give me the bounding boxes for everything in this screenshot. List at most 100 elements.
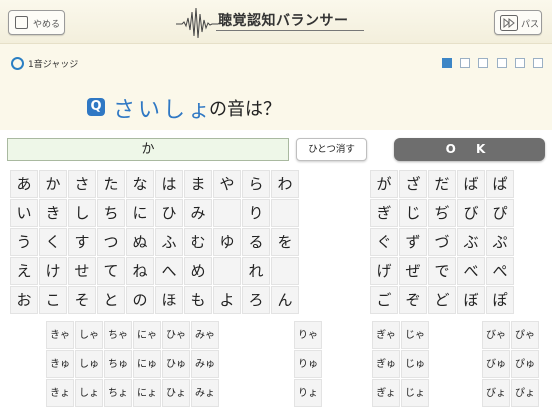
kana-key[interactable]: みゅ [191, 350, 219, 378]
kana-key[interactable]: わ [271, 170, 299, 198]
kana-key[interactable]: え [10, 257, 38, 285]
kana-key[interactable]: しゅ [75, 350, 103, 378]
kana-key[interactable]: ち [97, 199, 125, 227]
kana-key[interactable]: び [457, 199, 485, 227]
kana-key[interactable]: ざ [399, 170, 427, 198]
kana-key[interactable]: ぶ [457, 228, 485, 256]
kana-key[interactable]: ふ [155, 228, 183, 256]
kana-key[interactable]: り [242, 199, 270, 227]
kana-key[interactable]: い [10, 199, 38, 227]
kana-key[interactable]: か [39, 170, 67, 198]
kana-key[interactable]: や [213, 170, 241, 198]
kana-key[interactable]: ぼ [457, 286, 485, 314]
kana-key[interactable]: ちょ [104, 379, 132, 407]
kana-key[interactable]: は [155, 170, 183, 198]
kana-key[interactable]: ぽ [486, 286, 514, 314]
kana-key[interactable]: さ [68, 170, 96, 198]
kana-key[interactable]: れ [242, 257, 270, 285]
kana-key[interactable]: りゃ [294, 321, 322, 349]
kana-key[interactable]: びょ [482, 379, 510, 407]
kana-key[interactable]: じゅ [401, 350, 429, 378]
kana-key[interactable]: きゃ [46, 321, 74, 349]
answer-field[interactable]: か [7, 138, 289, 161]
kana-key[interactable]: も [184, 286, 212, 314]
kana-key[interactable]: ゆ [213, 228, 241, 256]
kana-key[interactable]: ず [399, 228, 427, 256]
kana-key[interactable]: ひゅ [162, 350, 190, 378]
kana-key[interactable]: ど [428, 286, 456, 314]
kana-key[interactable]: せ [68, 257, 96, 285]
kana-key[interactable]: を [271, 228, 299, 256]
kana-key[interactable]: ぴゃ [511, 321, 539, 349]
kana-key[interactable]: お [10, 286, 38, 314]
kana-key[interactable]: ぎょ [372, 379, 400, 407]
kana-key[interactable]: が [370, 170, 398, 198]
kana-key[interactable]: ん [271, 286, 299, 314]
kana-key[interactable]: ほ [155, 286, 183, 314]
kana-key[interactable]: ぱ [486, 170, 514, 198]
kana-key[interactable]: で [428, 257, 456, 285]
kana-key[interactable]: く [39, 228, 67, 256]
kana-key[interactable]: ろ [242, 286, 270, 314]
kana-key[interactable]: へ [155, 257, 183, 285]
kana-key[interactable]: ぢ [428, 199, 456, 227]
quit-button[interactable]: やめる [8, 10, 65, 35]
kana-key[interactable]: じ [399, 199, 427, 227]
kana-key[interactable]: びゃ [482, 321, 510, 349]
kana-key[interactable]: に [126, 199, 154, 227]
pass-button[interactable]: パス [494, 10, 542, 35]
kana-key[interactable]: ま [184, 170, 212, 198]
kana-key[interactable]: よ [213, 286, 241, 314]
kana-key[interactable]: ぎゃ [372, 321, 400, 349]
kana-key[interactable]: き [39, 199, 67, 227]
kana-key[interactable]: ぴゅ [511, 350, 539, 378]
kana-key[interactable]: じょ [401, 379, 429, 407]
kana-key[interactable]: みゃ [191, 321, 219, 349]
kana-key[interactable]: た [97, 170, 125, 198]
kana-key[interactable]: にゅ [133, 350, 161, 378]
kana-key[interactable]: しゃ [75, 321, 103, 349]
kana-key[interactable]: ご [370, 286, 398, 314]
kana-key[interactable]: きゅ [46, 350, 74, 378]
kana-key[interactable]: し [68, 199, 96, 227]
kana-key[interactable]: にょ [133, 379, 161, 407]
kana-key[interactable]: ら [242, 170, 270, 198]
kana-key[interactable]: こ [39, 286, 67, 314]
kana-key[interactable]: ぬ [126, 228, 154, 256]
kana-key[interactable]: じゃ [401, 321, 429, 349]
kana-key[interactable]: ば [457, 170, 485, 198]
kana-key[interactable]: ね [126, 257, 154, 285]
kana-key[interactable]: ぺ [486, 257, 514, 285]
kana-key[interactable]: け [39, 257, 67, 285]
kana-key[interactable]: む [184, 228, 212, 256]
kana-key[interactable]: ちゅ [104, 350, 132, 378]
kana-key[interactable]: て [97, 257, 125, 285]
kana-key[interactable]: な [126, 170, 154, 198]
kana-key[interactable]: ひ [155, 199, 183, 227]
kana-key[interactable]: だ [428, 170, 456, 198]
kana-key[interactable]: みょ [191, 379, 219, 407]
kana-key[interactable]: ぷ [486, 228, 514, 256]
kana-key[interactable]: づ [428, 228, 456, 256]
kana-key[interactable]: と [97, 286, 125, 314]
kana-key[interactable]: ぞ [399, 286, 427, 314]
kana-key[interactable]: の [126, 286, 154, 314]
kana-key[interactable]: ぴ [486, 199, 514, 227]
kana-key[interactable]: べ [457, 257, 485, 285]
kana-key[interactable]: あ [10, 170, 38, 198]
kana-key[interactable]: ぜ [399, 257, 427, 285]
kana-key[interactable]: ひゃ [162, 321, 190, 349]
kana-key[interactable]: にゃ [133, 321, 161, 349]
kana-key[interactable]: ちゃ [104, 321, 132, 349]
kana-key[interactable]: ぴょ [511, 379, 539, 407]
undo-button[interactable]: ひとつ消す [296, 138, 367, 161]
kana-key[interactable]: み [184, 199, 212, 227]
kana-key[interactable]: つ [97, 228, 125, 256]
kana-key[interactable]: きょ [46, 379, 74, 407]
kana-key[interactable]: る [242, 228, 270, 256]
kana-key[interactable]: う [10, 228, 38, 256]
kana-key[interactable]: め [184, 257, 212, 285]
ok-button[interactable]: O K [394, 138, 545, 161]
kana-key[interactable]: げ [370, 257, 398, 285]
kana-key[interactable]: りゅ [294, 350, 322, 378]
